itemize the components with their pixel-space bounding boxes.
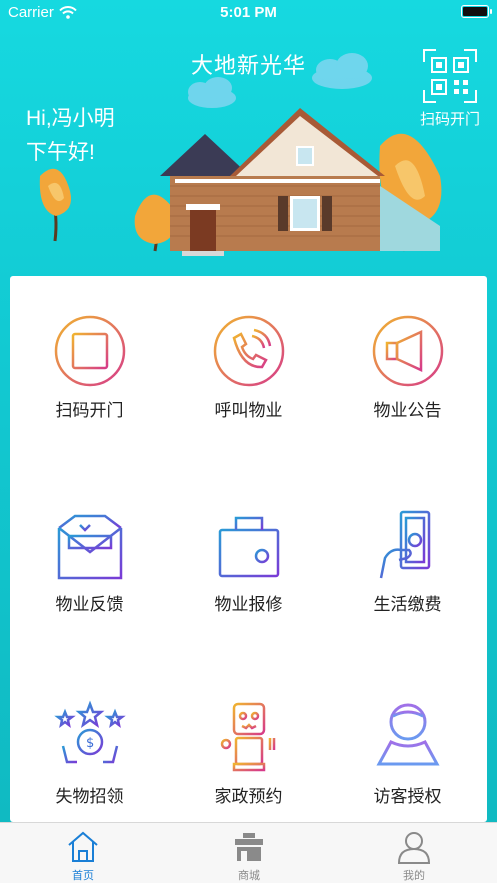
services-grid: 扫码开门 呼叫物业 物业公告 物业反馈 物业报修 生活缴费 $ 失物招领 家政预… <box>10 276 487 822</box>
service-visitor-auth[interactable]: 访客授权 <box>328 700 487 807</box>
clock: 5:01 PM <box>220 4 277 21</box>
service-housekeeping[interactable]: 家政预约 <box>169 700 328 807</box>
qr-code-icon <box>423 49 477 103</box>
user-icon <box>397 832 431 864</box>
scan-frame-icon <box>54 315 125 387</box>
service-label: 物业公告 <box>373 401 442 420</box>
service-feedback[interactable]: 物业反馈 <box>10 508 169 615</box>
service-lost-found[interactable]: $ 失物招领 <box>10 700 169 807</box>
service-repair[interactable]: 物业报修 <box>169 508 328 615</box>
toolbox-icon <box>218 516 279 578</box>
greeting-time: 下午好! <box>26 141 95 164</box>
speaker-icon <box>372 315 443 387</box>
tab-label: 首页 <box>72 870 94 882</box>
battery-icon <box>461 5 492 18</box>
status-bar: Carrier 5:01 PM <box>0 0 497 26</box>
service-label: 物业反馈 <box>55 595 124 614</box>
service-label: 访客授权 <box>373 787 442 806</box>
greeting-name: Hi,冯小明 <box>26 107 115 130</box>
tab-label: 我的 <box>403 870 425 882</box>
service-label: 物业报修 <box>214 595 283 614</box>
tab-home[interactable]: 首页 <box>0 829 166 883</box>
pay-bill-icon <box>379 510 430 579</box>
home-icon <box>68 831 98 862</box>
service-label: 家政预约 <box>214 787 283 806</box>
service-scan-open-door[interactable]: 扫码开门 <box>10 314 169 421</box>
service-announcements[interactable]: 物业公告 <box>328 314 487 421</box>
tab-label: 商城 <box>238 870 260 882</box>
service-label: 生活缴费 <box>373 595 442 614</box>
svg-text:$: $ <box>86 736 94 751</box>
tab-bar: 首页 商城 我的 <box>0 822 497 883</box>
greeting: Hi,冯小明 下午好! <box>26 102 115 170</box>
lost-found-icon: $ <box>53 700 126 772</box>
tab-mine[interactable]: 我的 <box>331 829 497 883</box>
service-label: 失物招领 <box>55 787 124 806</box>
tab-shop[interactable]: 商城 <box>166 829 332 883</box>
visitor-icon <box>375 703 440 766</box>
service-call-property[interactable]: 呼叫物业 <box>169 314 328 421</box>
scan-open-door-button[interactable]: 扫码开门 <box>413 48 487 129</box>
feedback-envelope-icon <box>57 514 122 580</box>
service-pay-bills[interactable]: 生活缴费 <box>328 508 487 615</box>
header: 大地新光华 Hi,冯小明 下午好! 扫码开门 <box>0 26 497 276</box>
phone-call-icon <box>213 315 284 387</box>
robot-icon <box>220 702 275 772</box>
service-label: 呼叫物业 <box>214 401 283 420</box>
scan-open-door-label: 扫码开门 <box>419 111 480 128</box>
service-label: 扫码开门 <box>55 401 124 420</box>
shop-icon <box>235 833 263 861</box>
services-panel: 扫码开门 呼叫物业 物业公告 物业反馈 物业报修 生活缴费 $ 失物招领 家政预… <box>10 276 487 822</box>
